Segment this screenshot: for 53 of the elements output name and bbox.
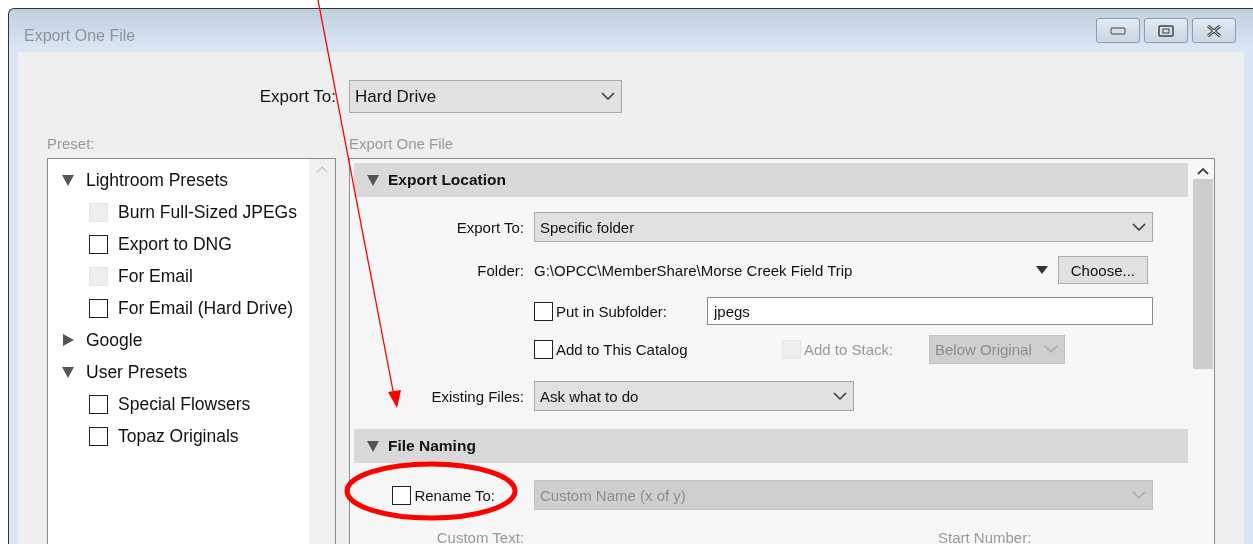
checkbox[interactable]	[534, 339, 553, 359]
preset-item[interactable]: For Email (Hard Drive)	[118, 297, 294, 319]
dropdown[interactable]: Ask what to do	[534, 381, 854, 411]
checkbox-label[interactable]: Put in Subfolder:	[556, 302, 667, 320]
chevron-down-icon	[833, 391, 847, 401]
field-label: Start Number:	[938, 528, 1032, 544]
window-title: Export One File	[24, 25, 137, 45]
maximize-button[interactable]	[1144, 18, 1188, 43]
folder-path: G:\OPCC\MemberShare\Morse Creek Field Trip	[534, 261, 854, 279]
expanded-triangle-icon[interactable]	[367, 174, 379, 186]
checkbox[interactable]	[89, 394, 108, 414]
checkbox[interactable]	[534, 301, 553, 321]
subfolder-input[interactable]: jpegs	[707, 297, 1153, 325]
collapsed-triangle-icon[interactable]	[62, 334, 74, 346]
checkbox[interactable]	[89, 426, 108, 446]
preset-folder[interactable]: Lightroom Presets	[86, 169, 228, 191]
scrollbar-thumb[interactable]	[1193, 179, 1213, 369]
preset-item[interactable]: Topaz Originals	[118, 425, 239, 447]
choose-button[interactable]: Choose...	[1057, 256, 1148, 284]
expanded-triangle-icon[interactable]	[62, 366, 74, 378]
checkbox[interactable]	[392, 485, 412, 505]
scroll-up-icon[interactable]	[1197, 167, 1209, 175]
chevron-down-icon	[1132, 490, 1146, 500]
section-header[interactable]: File Naming	[354, 429, 1188, 463]
field-label: Custom Text:	[436, 528, 524, 544]
dropdown-arrow-icon[interactable]	[1035, 266, 1048, 274]
close-icon	[1205, 23, 1223, 38]
expanded-triangle-icon[interactable]	[62, 174, 74, 186]
checkbox-label[interactable]: Rename To:	[414, 486, 495, 504]
preset-item[interactable]: Special Flowsers	[118, 393, 251, 415]
minimize-button[interactable]	[1096, 18, 1140, 43]
expanded-triangle-icon[interactable]	[367, 440, 379, 452]
dropdown[interactable]: Specific folder	[534, 212, 1153, 242]
chevron-down-icon	[1132, 222, 1146, 232]
panel-label: Export One File	[349, 135, 455, 152]
section-header[interactable]: Export Location	[354, 163, 1188, 197]
maximize-icon	[1158, 24, 1174, 37]
close-button[interactable]	[1192, 18, 1236, 43]
preset-folder[interactable]: User Presets	[86, 361, 188, 383]
field-label: Existing Files:	[431, 387, 524, 405]
export-target-dropdown[interactable]: Hard Drive	[349, 80, 622, 113]
checkbox-label[interactable]: Add to This Catalog	[556, 340, 688, 358]
minimize-icon	[1110, 26, 1126, 35]
preset-label: Preset:	[47, 135, 96, 152]
preset-item[interactable]: Export to DNG	[118, 233, 232, 255]
field-label: Export To:	[456, 218, 524, 236]
checkbox[interactable]	[89, 298, 108, 318]
field-label: Folder:	[477, 261, 524, 279]
export-to-label: Export To:	[259, 86, 336, 107]
chevron-down-icon	[1044, 344, 1058, 354]
preset-folder[interactable]: Google	[86, 329, 143, 351]
chevron-down-icon	[601, 92, 615, 101]
checkbox[interactable]	[89, 234, 108, 254]
